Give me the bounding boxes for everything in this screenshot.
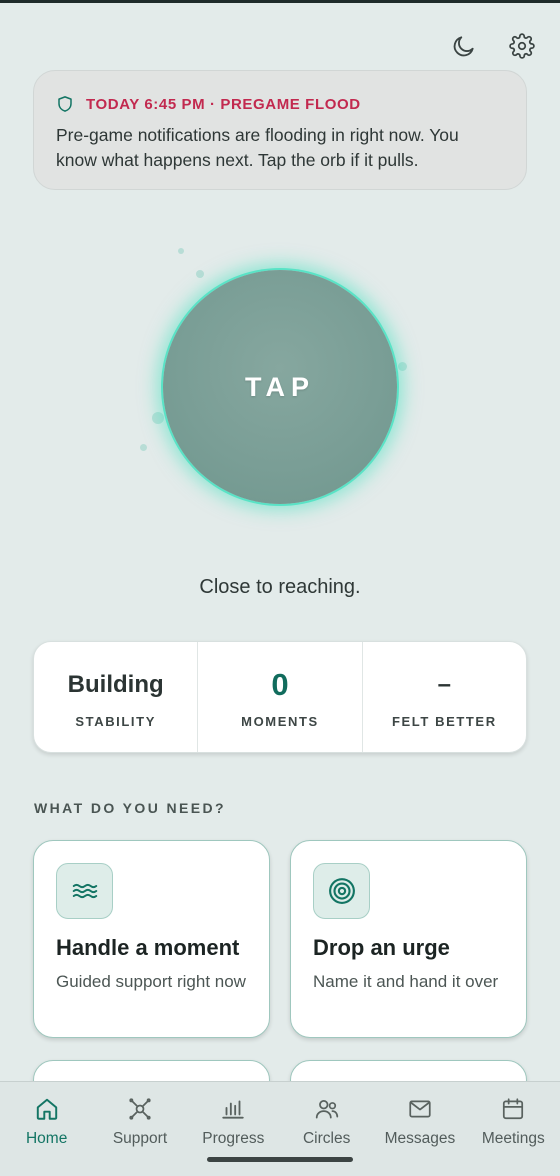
orb-particle (398, 362, 407, 371)
card-subtitle: Guided support right now (56, 972, 246, 991)
stats-card: Building STABILITY 0 MOMENTS – FELT BETT… (33, 641, 527, 753)
section-title: WHAT DO YOU NEED? (34, 800, 226, 816)
nav-meetings[interactable]: Meetings (467, 1082, 560, 1176)
support-icon (129, 1098, 151, 1120)
handle-moment-card[interactable]: Handle a moment Guided support right now (33, 840, 270, 1038)
stat-moments: 0 MOMENTS (198, 642, 363, 752)
card-icon-box (56, 863, 113, 919)
settings-button[interactable] (506, 30, 538, 62)
home-indicator[interactable] (207, 1157, 353, 1162)
card-icon-box (313, 863, 370, 919)
calendar-icon (503, 1098, 524, 1120)
drop-urge-card[interactable]: Drop an urge Name it and hand it over (290, 840, 527, 1038)
top-actions (448, 30, 538, 62)
card-title: Handle a moment (56, 935, 240, 960)
orb-particle (178, 248, 184, 254)
alert-title: TODAY 6:45 PM · PREGAME FLOOD (86, 95, 361, 113)
shield-icon (58, 96, 72, 112)
nav-label: Support (112, 1130, 168, 1147)
dark-mode-button[interactable] (448, 30, 480, 62)
stat-felt-better: – FELT BETTER (363, 642, 526, 752)
orb-label: TAP (245, 371, 315, 402)
stat-label: STABILITY (75, 714, 156, 729)
stat-value: 0 (271, 667, 289, 702)
status-bar-edge (0, 0, 560, 3)
progress-chart-icon (222, 1100, 244, 1119)
nav-home[interactable]: Home (0, 1082, 93, 1176)
orb-particle (152, 412, 164, 424)
orb-particle (140, 444, 147, 451)
target-icon (328, 878, 355, 904)
nav-label: Meetings (481, 1130, 545, 1147)
orb-area: TAP (130, 240, 430, 540)
nav-messages[interactable]: Messages (373, 1082, 466, 1176)
alert-message: Pre-game notifications are flooding in r… (56, 125, 459, 170)
nav-label: Circles (302, 1130, 351, 1147)
waves-icon (72, 883, 97, 899)
stat-label: FELT BETTER (391, 714, 497, 729)
status-message: Close to reaching. (199, 576, 361, 598)
alert-banner: TODAY 6:45 PM · PREGAME FLOOD Pre-game n… (33, 70, 527, 190)
stat-value: – (437, 671, 451, 698)
orb-particle (196, 270, 204, 278)
alert-header: TODAY 6:45 PM · PREGAME FLOOD (56, 95, 504, 113)
moon-icon (453, 36, 474, 57)
people-icon (315, 1100, 338, 1119)
nav-support[interactable]: Support (93, 1082, 186, 1176)
card-title: Drop an urge (313, 935, 450, 960)
stat-stability: Building STABILITY (34, 642, 199, 752)
nav-label: Progress (202, 1130, 265, 1147)
mail-icon (409, 1100, 431, 1118)
gear-icon (509, 33, 535, 59)
home-icon (36, 1098, 57, 1120)
tap-orb[interactable]: TAP (163, 270, 397, 504)
stat-value: Building (67, 671, 164, 698)
nav-label: Home (25, 1130, 68, 1147)
nav-label: Messages (384, 1130, 456, 1147)
card-subtitle: Name it and hand it over (313, 972, 499, 991)
stat-label: MOMENTS (241, 714, 319, 729)
